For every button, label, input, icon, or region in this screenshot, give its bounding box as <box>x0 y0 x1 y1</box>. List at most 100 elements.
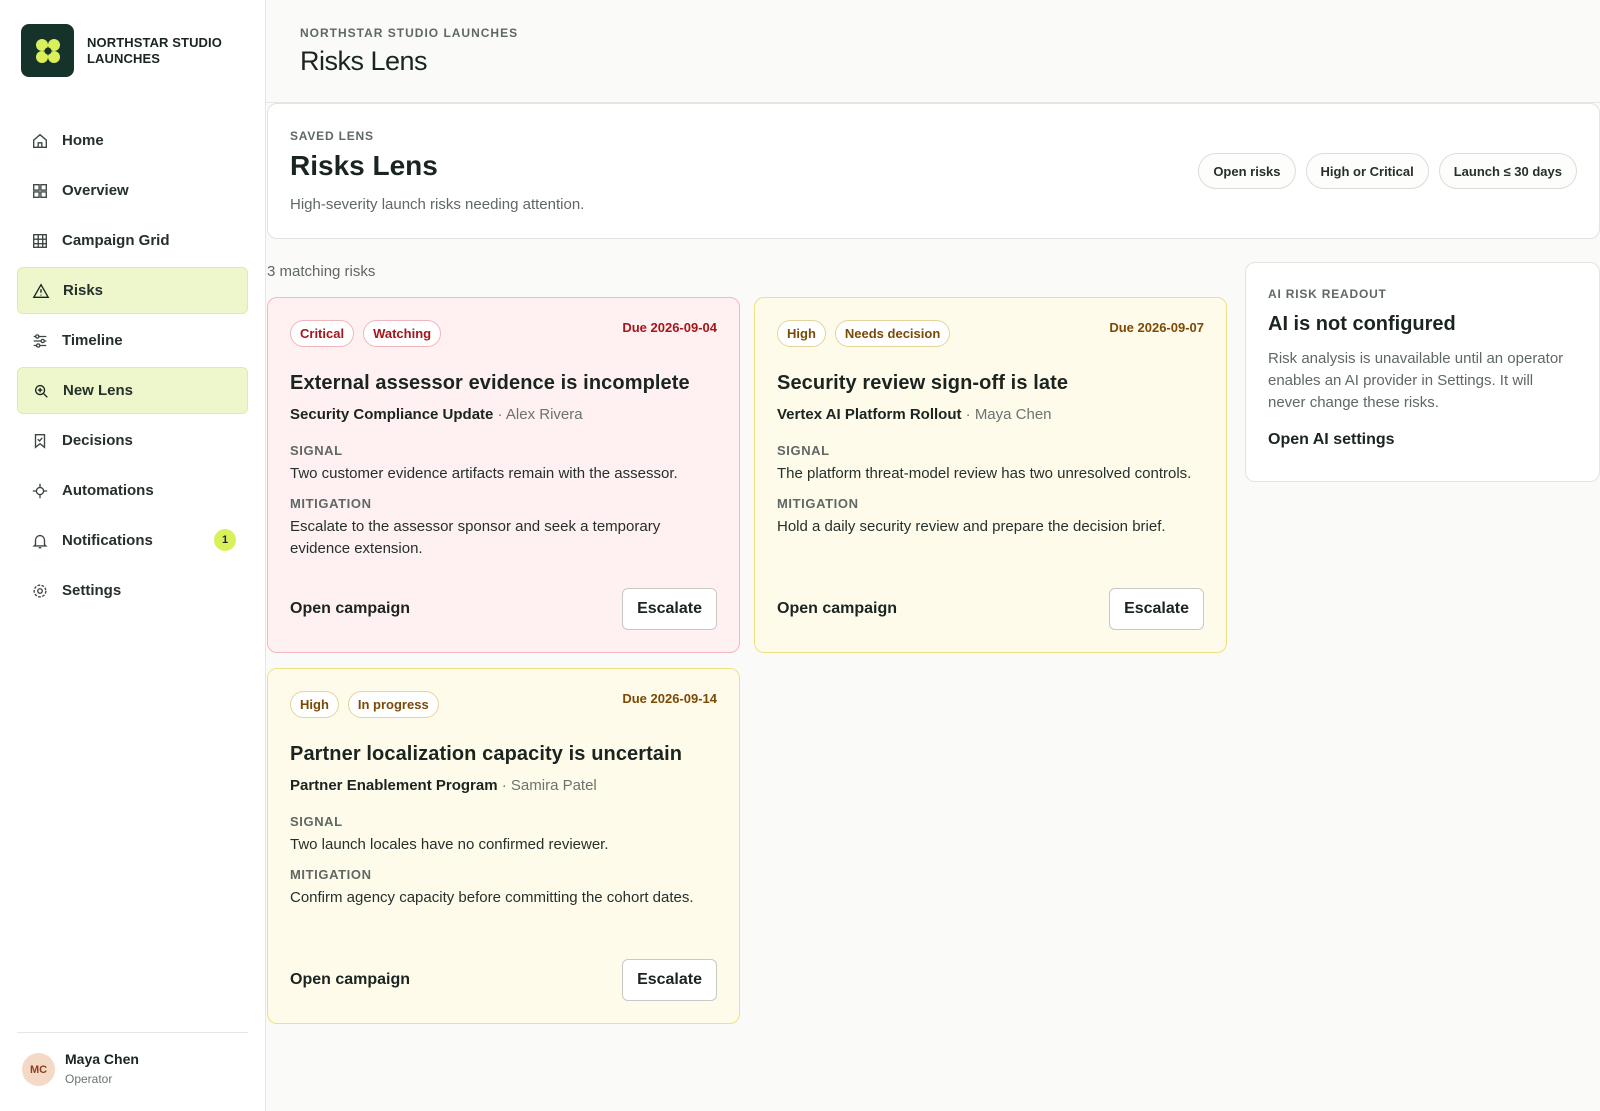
card-actions: Open campaign Escalate <box>290 588 717 630</box>
risk-title: Security review sign-off is late <box>777 372 1069 394</box>
filter-chip-launch-window[interactable]: Launch ≤ 30 days <box>1438 153 1577 189</box>
status-badge: In progress <box>347 691 439 718</box>
sidebar-item-notifications[interactable]: Notifications 1 <box>17 517 248 564</box>
sidebar-nav: Home Overview Campaign Grid Risks Timeli… <box>17 117 248 617</box>
signal-text: Two launch locales have no confirmed rev… <box>290 836 609 853</box>
filter-chip-open-risks[interactable]: Open risks <box>1198 153 1296 189</box>
mitigation-label: MITIGATION <box>290 496 372 511</box>
mitigation-label: MITIGATION <box>777 496 859 511</box>
open-campaign-link[interactable]: Open campaign <box>290 971 410 989</box>
open-campaign-link[interactable]: Open campaign <box>777 600 897 618</box>
sidebar-item-new-lens[interactable]: New Lens <box>17 367 248 414</box>
risk-meta: Vertex AI Platform Rollout · Maya Chen <box>777 406 1204 423</box>
severity-badge: High <box>777 320 826 347</box>
brand[interactable]: NORTHSTAR STUDIO LAUNCHES <box>21 24 237 77</box>
sidebar: NORTHSTAR STUDIO LAUNCHES Home Overview … <box>0 0 266 1111</box>
avatar: MC <box>22 1053 55 1086</box>
sidebar-item-label: Automations <box>62 482 154 499</box>
due-date: Due 2026-09-07 <box>1109 320 1204 335</box>
signal-label: SIGNAL <box>777 443 830 458</box>
severity-badge: High <box>290 691 339 718</box>
risk-title: External assessor evidence is incomplete <box>290 372 690 394</box>
lens-description: High-severity launch risks needing atten… <box>290 196 585 213</box>
lens-filter-chips: Open risks High or Critical Launch ≤ 30 … <box>1198 153 1577 189</box>
ai-description: Risk analysis is unavailable until an op… <box>1268 350 1564 411</box>
lens-icon <box>31 381 51 401</box>
sliders-icon <box>30 331 50 351</box>
lens-eyebrow: SAVED LENS <box>290 129 374 143</box>
sidebar-item-label: Notifications <box>62 532 153 549</box>
signal-label: SIGNAL <box>290 443 343 458</box>
sidebar-item-campaign-grid[interactable]: Campaign Grid <box>17 217 248 264</box>
match-count: 3 matching risks <box>267 263 376 280</box>
sidebar-item-label: Decisions <box>62 432 133 449</box>
sidebar-item-home[interactable]: Home <box>17 117 248 164</box>
user-name: Maya Chen <box>65 1051 139 1067</box>
sidebar-item-decisions[interactable]: Decisions <box>17 417 248 464</box>
mitigation-text: Hold a daily security review and prepare… <box>777 518 1166 535</box>
campaign-name: Security Compliance Update <box>290 406 494 423</box>
mitigation-text: Confirm agency capacity before committin… <box>290 889 694 906</box>
filter-chip-severity[interactable]: High or Critical <box>1305 153 1429 189</box>
user-role: Operator <box>65 1072 113 1086</box>
risk-card: High In progress Due 2026-09-14 Partner … <box>267 668 740 1024</box>
warning-icon <box>31 281 51 301</box>
risk-card: Critical Watching Due 2026-09-04 Externa… <box>267 297 740 653</box>
lens-title: Risks Lens <box>290 150 438 181</box>
risk-owner: · Maya Chen <box>961 406 1052 423</box>
sidebar-item-label: Settings <box>62 582 122 599</box>
user-profile[interactable]: MC Maya Chen Operator <box>17 1032 248 1111</box>
sidebar-item-risks[interactable]: Risks <box>17 267 248 314</box>
sidebar-item-label: Timeline <box>62 332 123 349</box>
crosshair-icon <box>30 481 50 501</box>
campaign-name: Vertex AI Platform Rollout <box>777 406 962 423</box>
home-icon <box>30 131 50 151</box>
bell-icon <box>30 531 50 551</box>
sidebar-item-label: Overview <box>62 182 129 199</box>
escalate-button[interactable]: Escalate <box>622 588 717 630</box>
grid-icon <box>30 181 50 201</box>
ai-eyebrow: AI RISK READOUT <box>1268 287 1387 301</box>
bookmark-check-icon <box>30 431 50 451</box>
card-actions: Open campaign Escalate <box>290 959 717 1001</box>
page-header: NORTHSTAR STUDIO LAUNCHES Risks Lens <box>266 0 1600 103</box>
risk-title: Partner localization capacity is uncerta… <box>290 743 683 765</box>
risk-owner: · Samira Patel <box>497 777 597 794</box>
campaign-name: Partner Enablement Program <box>290 777 498 794</box>
escalate-button[interactable]: Escalate <box>622 959 717 1001</box>
open-campaign-link[interactable]: Open campaign <box>290 600 410 618</box>
escalate-button[interactable]: Escalate <box>1109 588 1204 630</box>
risk-card: High Needs decision Due 2026-09-07 Secur… <box>754 297 1227 653</box>
due-date: Due 2026-09-14 <box>622 691 717 706</box>
page-title: Risks Lens <box>300 46 428 76</box>
sidebar-item-overview[interactable]: Overview <box>17 167 248 214</box>
sidebar-item-label: New Lens <box>63 382 134 399</box>
brand-name: NORTHSTAR STUDIO LAUNCHES <box>87 34 222 66</box>
card-actions: Open campaign Escalate <box>777 588 1204 630</box>
sidebar-item-label: Risks <box>63 282 104 299</box>
sidebar-item-settings[interactable]: Settings <box>17 567 248 614</box>
saved-lens-panel: SAVED LENS Risks Lens High-severity laun… <box>267 103 1600 239</box>
signal-text: Two customer evidence artifacts remain w… <box>290 465 678 482</box>
mitigation-label: MITIGATION <box>290 867 372 882</box>
sidebar-item-label: Home <box>62 132 104 149</box>
status-badge: Watching <box>363 320 442 347</box>
sidebar-item-label: Campaign Grid <box>62 232 170 249</box>
ai-risk-readout: AI RISK READOUT AI is not configured Ris… <box>1245 262 1600 482</box>
notification-count-badge: 1 <box>214 529 236 551</box>
logo-icon <box>21 24 74 77</box>
sidebar-item-automations[interactable]: Automations <box>17 467 248 514</box>
breadcrumb: NORTHSTAR STUDIO LAUNCHES <box>300 26 519 40</box>
status-badge: Needs decision <box>834 320 951 347</box>
severity-badge: Critical <box>290 320 355 347</box>
sidebar-item-timeline[interactable]: Timeline <box>17 317 248 364</box>
mitigation-text: Escalate to the assessor sponsor and see… <box>290 518 661 557</box>
ai-title: AI is not configured <box>1268 313 1456 335</box>
gear-icon <box>30 581 50 601</box>
table-icon <box>30 231 50 251</box>
risk-owner: · Alex Rivera <box>493 406 583 423</box>
risk-meta: Security Compliance Update · Alex Rivera <box>290 406 717 423</box>
open-ai-settings-link[interactable]: Open AI settings <box>1268 431 1577 449</box>
signal-label: SIGNAL <box>290 814 343 829</box>
signal-text: The platform threat-model review has two… <box>777 465 1192 482</box>
